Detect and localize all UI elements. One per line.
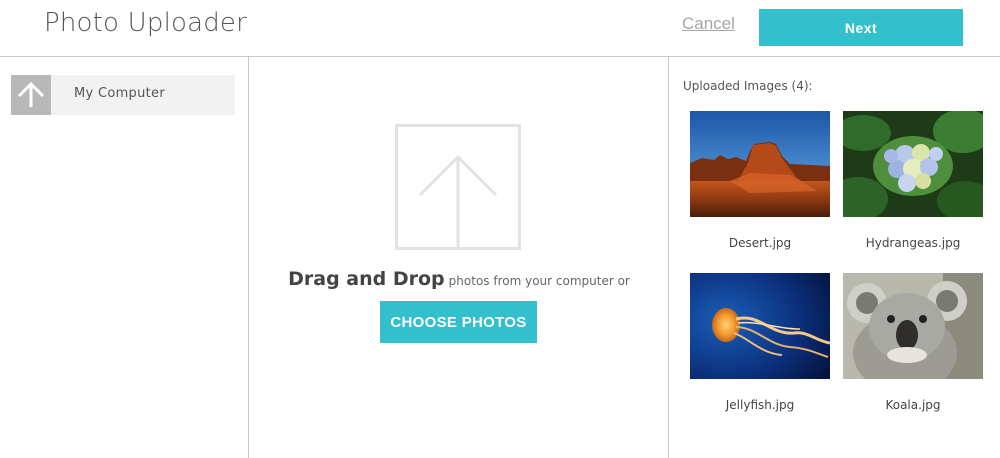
uploaded-images-heading: Uploaded Images (4): xyxy=(683,79,813,93)
image-filename: Hydrangeas.jpg xyxy=(865,236,961,250)
image-thumbnail-koala[interactable]: Koala.jpg xyxy=(843,273,983,412)
choose-photos-button[interactable]: CHOOSE PHOTOS xyxy=(380,301,537,343)
source-sidebar: My Computer xyxy=(0,57,249,458)
sidebar-item-label: My Computer xyxy=(74,86,165,101)
image-filename: Jellyfish.jpg xyxy=(725,398,795,412)
header: Photo Uploader Cancel Next xyxy=(0,0,1000,57)
jellyfish-photo xyxy=(690,273,830,379)
koala-photo xyxy=(843,273,983,379)
uploaded-images-panel: Uploaded Images (4): Desert.jpg Hydrange… xyxy=(669,57,1000,458)
drop-zone[interactable]: Drag and Drop photos from your computer o… xyxy=(249,57,669,458)
drag-drop-instructions: Drag and Drop photos from your computer o… xyxy=(249,268,669,290)
image-filename: Koala.jpg xyxy=(885,398,941,412)
desert-photo xyxy=(690,111,830,217)
image-thumbnail-jellyfish[interactable]: Jellyfish.jpg xyxy=(690,273,830,412)
drag-drop-hint: photos from your computer or xyxy=(448,274,630,288)
upload-arrow-icon xyxy=(11,75,51,115)
upload-arrow-icon xyxy=(395,124,521,250)
image-thumbnail-desert[interactable]: Desert.jpg xyxy=(690,111,830,250)
next-button[interactable]: Next xyxy=(759,9,963,46)
sidebar-item-my-computer[interactable]: My Computer xyxy=(11,75,235,115)
drag-drop-label: Drag and Drop xyxy=(288,268,445,290)
image-filename: Desert.jpg xyxy=(728,236,792,250)
app-title: Photo Uploader xyxy=(44,8,248,38)
cancel-link[interactable]: Cancel xyxy=(682,14,735,34)
image-thumbnail-hydrangeas[interactable]: Hydrangeas.jpg xyxy=(843,111,983,250)
hydrangeas-photo xyxy=(843,111,983,217)
